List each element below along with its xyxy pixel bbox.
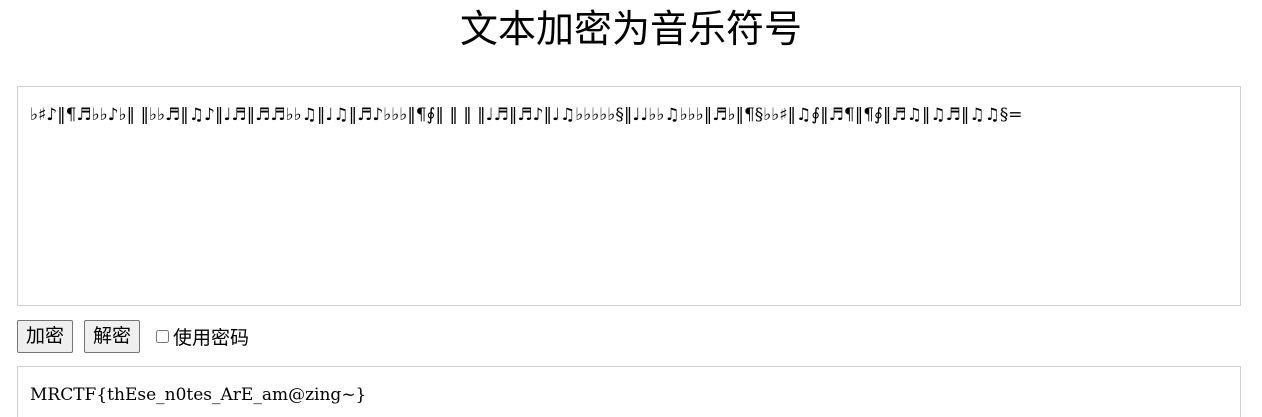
control-bar: 加密 解密 使用密码: [17, 320, 249, 353]
decrypt-button[interactable]: 解密: [84, 320, 141, 353]
cipher-input-textarea[interactable]: ♭♯♪‖¶♬♭♭♪♭‖ ‖♭♭♬‖♫♪‖♩♬‖♬♬♭♭♫‖♩♫‖♬♪♭♭♭‖¶∮…: [17, 86, 1241, 306]
use-password-label: 使用密码: [173, 327, 250, 349]
encrypt-button[interactable]: 加密: [17, 320, 74, 353]
use-password-checkbox[interactable]: [156, 330, 170, 343]
use-password-toggle[interactable]: 使用密码: [156, 323, 249, 350]
page: 文本加密为音乐符号 ♭♯♪‖¶♬♭♭♪♭‖ ‖♭♭♬‖♫♪‖♩♬‖♬♬♭♭♫‖♩…: [0, 0, 1262, 417]
plaintext-output-textarea[interactable]: MRCTF{thEse_n0tes_ArE_am@zing~}: [17, 366, 1241, 417]
page-title: 文本加密为音乐符号: [459, 7, 802, 51]
